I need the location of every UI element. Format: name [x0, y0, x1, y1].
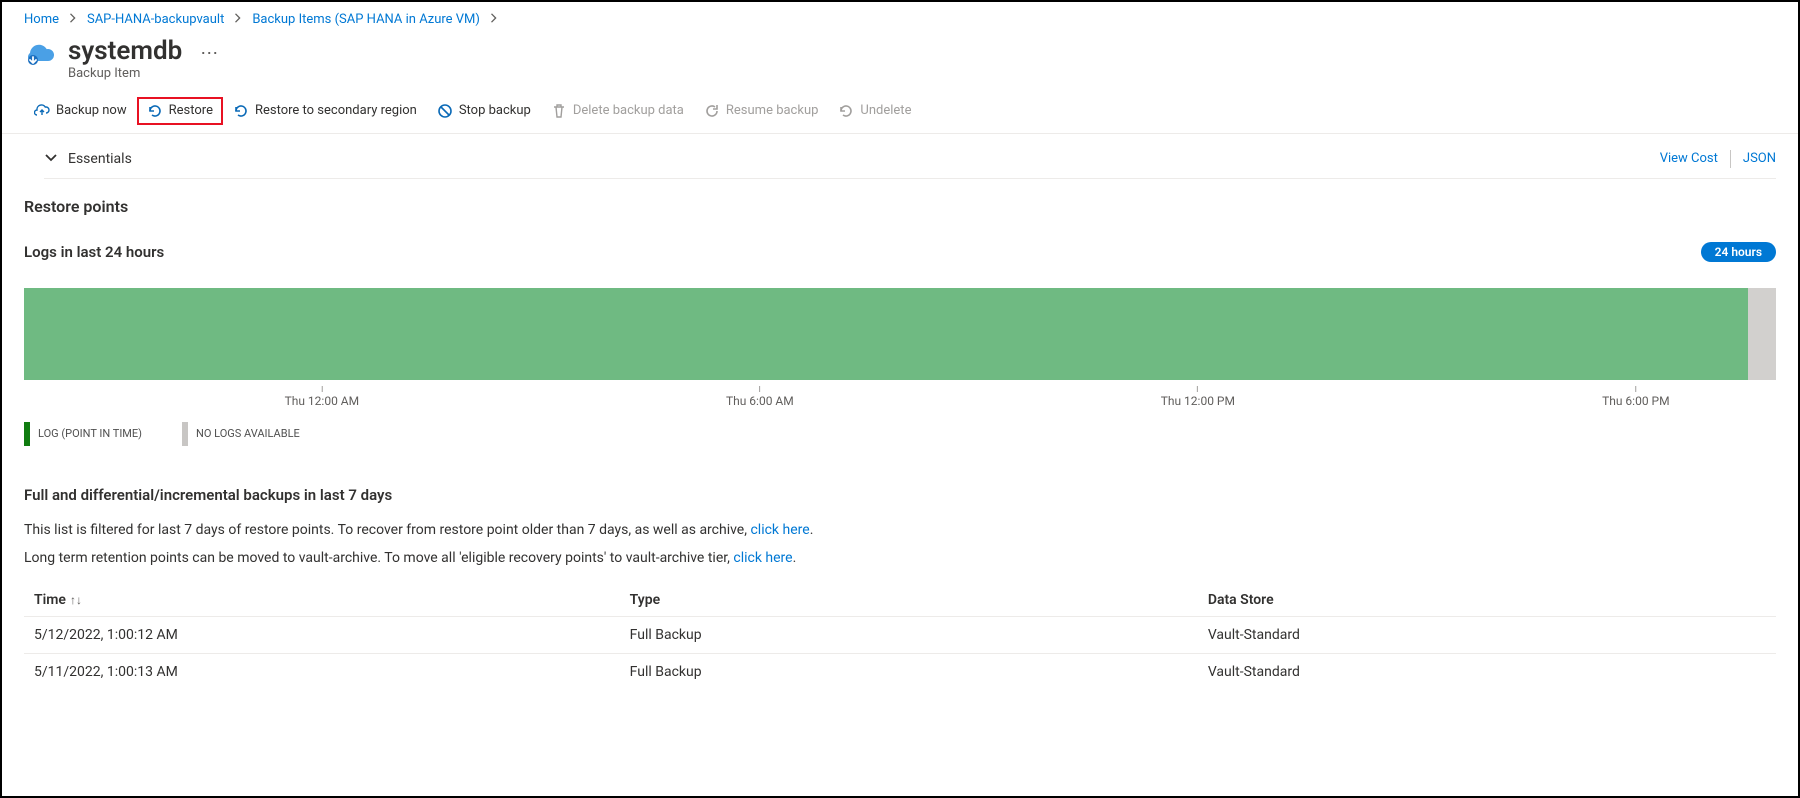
column-header-datastore[interactable]: Data Store: [1198, 584, 1776, 617]
cell-time: 5/12/2022, 1:00:12 AM: [24, 616, 620, 653]
separator: [1730, 150, 1731, 168]
cell-datastore: Vault-Standard: [1198, 653, 1776, 690]
page-title: systemdb: [68, 37, 182, 66]
sort-icon: ↑↓: [70, 593, 82, 607]
undo-icon: [838, 103, 854, 119]
backup-now-label: Backup now: [56, 103, 127, 118]
cell-time: 5/11/2022, 1:00:13 AM: [24, 653, 620, 690]
log-segment-available: [24, 288, 1748, 380]
restore-points-table: Time↑↓ Type Data Store 5/12/2022, 1:00:1…: [24, 584, 1776, 690]
log-timeline-ticks: Thu 12:00 AM Thu 6:00 AM Thu 12:00 PM Th…: [24, 386, 1776, 410]
essentials-label: Essentials: [68, 151, 132, 167]
page-subtitle: Backup Item: [68, 66, 182, 81]
delete-backup-data-label: Delete backup data: [573, 103, 684, 118]
cell-datastore: Vault-Standard: [1198, 616, 1776, 653]
legend-no-logs: NO LOGS AVAILABLE: [196, 427, 300, 440]
cell-type: Full Backup: [620, 616, 1198, 653]
restore-secondary-button[interactable]: Restore to secondary region: [223, 97, 427, 125]
json-link[interactable]: JSON: [1743, 151, 1776, 166]
trash-icon: [551, 103, 567, 119]
restore-button[interactable]: Restore: [137, 97, 223, 125]
page-header: systemdb Backup Item ⋯: [2, 33, 1798, 95]
table-row[interactable]: 5/11/2022, 1:00:13 AM Full Backup Vault-…: [24, 653, 1776, 690]
ellipsis-icon[interactable]: ⋯: [200, 43, 218, 64]
stop-backup-button[interactable]: Stop backup: [427, 97, 541, 125]
full-backups-heading: Full and differential/incremental backup…: [24, 486, 1776, 504]
log-timeline[interactable]: [24, 288, 1776, 380]
undo-icon: [233, 103, 249, 119]
backups-desc-2: Long term retention points can be moved …: [24, 550, 1776, 566]
restore-points-heading: Restore points: [24, 197, 1776, 216]
breadcrumb-vault[interactable]: SAP-HANA-backupvault: [87, 12, 224, 27]
undo-icon: [147, 103, 163, 119]
cloud-backup-icon: [24, 41, 56, 69]
delete-backup-data-button: Delete backup data: [541, 97, 694, 125]
breadcrumb-backup-items[interactable]: Backup Items (SAP HANA in Azure VM): [252, 12, 480, 27]
view-cost-link[interactable]: View Cost: [1660, 151, 1718, 166]
tick-label: Thu 6:00 PM: [1602, 386, 1670, 408]
restore-label: Restore: [169, 103, 213, 118]
chevron-right-icon: [69, 12, 77, 27]
undelete-button: Undelete: [828, 97, 921, 125]
tick-label: Thu 6:00 AM: [726, 386, 794, 408]
undelete-label: Undelete: [860, 103, 911, 118]
breadcrumb-home[interactable]: Home: [24, 12, 59, 27]
time-range-pill[interactable]: 24 hours: [1701, 242, 1776, 262]
essentials-bar: Essentials View Cost JSON: [44, 144, 1776, 179]
resume-backup-button: Resume backup: [694, 97, 829, 125]
click-here-link-2[interactable]: click here: [733, 550, 792, 566]
legend-swatch-green: [24, 422, 30, 446]
tick-label: Thu 12:00 AM: [285, 386, 360, 408]
click-here-link-1[interactable]: click here: [750, 522, 809, 538]
backup-now-button[interactable]: Backup now: [24, 97, 137, 125]
backups-desc-1: This list is filtered for last 7 days of…: [24, 522, 1776, 538]
breadcrumb: Home SAP-HANA-backupvault Backup Items (…: [2, 2, 1798, 33]
command-toolbar: Backup now Restore Restore to secondary …: [2, 95, 1798, 134]
logs-label: Logs in last 24 hours: [24, 243, 164, 261]
cloud-upload-icon: [34, 103, 50, 119]
chevron-down-icon: [44, 151, 58, 167]
resume-backup-label: Resume backup: [726, 103, 819, 118]
chevron-right-icon: [490, 12, 498, 27]
column-header-time[interactable]: Time↑↓: [24, 584, 620, 617]
log-segment-unavailable: [1748, 288, 1776, 380]
stop-backup-label: Stop backup: [459, 103, 531, 118]
cell-type: Full Backup: [620, 653, 1198, 690]
refresh-icon: [704, 103, 720, 119]
log-legend: LOG (POINT IN TIME) NO LOGS AVAILABLE: [24, 422, 1776, 446]
column-header-type[interactable]: Type: [620, 584, 1198, 617]
prohibit-icon: [437, 103, 453, 119]
legend-log-pit: LOG (POINT IN TIME): [38, 427, 142, 440]
chevron-right-icon: [234, 12, 242, 27]
essentials-toggle[interactable]: Essentials: [44, 151, 132, 167]
table-row[interactable]: 5/12/2022, 1:00:12 AM Full Backup Vault-…: [24, 616, 1776, 653]
legend-swatch-gray: [182, 422, 188, 446]
tick-label: Thu 12:00 PM: [1161, 386, 1235, 408]
restore-secondary-label: Restore to secondary region: [255, 103, 417, 118]
